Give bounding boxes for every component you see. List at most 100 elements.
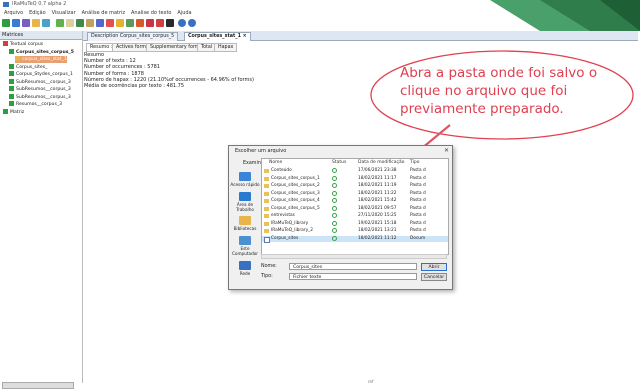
- folder-icon: [264, 184, 269, 188]
- file-type: Pasta d: [410, 213, 426, 218]
- labbe-icon[interactable]: [136, 19, 144, 27]
- file-row[interactable]: Conteúdo 17/06/2021 23:38 Pasta d: [262, 168, 448, 174]
- file-row[interactable]: Corpus_sites_corpus_1 18/02/2021 11:17 Pas…: [262, 175, 448, 182]
- file-row[interactable]: Corpus_sites_corpus_2 18/02/2021 11:19 Pas…: [262, 183, 448, 189]
- file-name: Corpus_sites_corpus_2: [271, 183, 320, 188]
- menu-analise-texto[interactable]: Analise do texto: [131, 9, 171, 18]
- col-name[interactable]: Nome: [269, 160, 282, 165]
- page-marker: ref: [368, 379, 374, 384]
- new-corpus-icon[interactable]: [2, 19, 10, 27]
- file-name: Corpus_sites_corpus_4: [271, 198, 320, 203]
- filename-label: Nome:: [261, 264, 277, 269]
- desktop-icon: [239, 192, 251, 201]
- file-name: IRaMuTeQ_library_2: [271, 228, 313, 233]
- info-icon[interactable]: [178, 19, 186, 27]
- menu-ajuda[interactable]: Ajuda: [177, 9, 191, 18]
- stats-icon[interactable]: [56, 19, 64, 27]
- tree-item-label: SubResumos__corpus_3: [16, 87, 71, 92]
- filename-input[interactable]: Corpus_sites: [289, 263, 417, 270]
- tree-item[interactable]: SubResumos__corpus_3: [9, 93, 71, 101]
- open-button[interactable]: Abrir: [421, 263, 447, 271]
- col-date[interactable]: Data de modificação: [358, 160, 405, 165]
- sync-status-icon: [332, 175, 337, 181]
- menu-visualizar[interactable]: Visualizar: [52, 9, 76, 18]
- s-red-icon[interactable]: [156, 19, 164, 27]
- tree-item[interactable]: Corpus_Stydes_corpus_1: [9, 71, 73, 78]
- file-type: Pasta d: [410, 198, 426, 203]
- menu-arquivo[interactable]: Arquivo: [4, 9, 23, 18]
- file-row[interactable]: Corpus_sites 18/02/2021 11:12 Docum: [262, 235, 448, 243]
- open-matrix-icon[interactable]: [12, 19, 20, 27]
- specificities-icon[interactable]: [126, 19, 134, 27]
- tree-scrollbar[interactable]: [2, 382, 74, 389]
- sync-status-icon: [332, 235, 337, 241]
- save-icon[interactable]: [42, 19, 50, 27]
- place-this-pc-label: Este Computador: [231, 246, 259, 256]
- col-type[interactable]: Tipo: [410, 160, 419, 165]
- sync-status-icon: [332, 228, 337, 233]
- help-icon[interactable]: [188, 19, 196, 27]
- open-text-icon[interactable]: [22, 19, 30, 27]
- place-network-label: Rede: [239, 271, 251, 276]
- tab-hapax[interactable]: Hapax: [214, 43, 238, 52]
- file-row[interactable]: Corpus_sites_corpus_3 18/02/2021 11:22 Pas…: [262, 190, 448, 197]
- classification-icon[interactable]: [86, 19, 94, 27]
- similarity-icon[interactable]: [96, 19, 104, 27]
- sync-status-icon: [332, 213, 337, 218]
- file-date: 18/02/2021 11:12: [358, 235, 397, 241]
- tab-description[interactable]: Description Corpus_sites_corpus_5: [87, 32, 179, 41]
- corpus-icon: [9, 71, 14, 76]
- filetype-select[interactable]: Fichier texte: [289, 273, 417, 280]
- file-type: Docum: [410, 235, 426, 241]
- tree-item-label: SubResumos__corpus_3: [16, 79, 71, 85]
- summary-mean-occurrences: Média de ocorrências por texto : 481.75: [84, 83, 185, 90]
- file-type: Pasta d: [410, 228, 426, 233]
- cancel-button[interactable]: Cancelar: [421, 273, 447, 281]
- close-icon[interactable]: ✕: [444, 147, 449, 154]
- frequency-icon[interactable]: [66, 19, 74, 27]
- file-row[interactable]: IRaMuTeQ_library_2 18/02/2021 13:21 Pasta …: [262, 228, 448, 234]
- import-icon[interactable]: [32, 19, 40, 27]
- tree-item[interactable]: Resumos__corpus_3: [9, 101, 62, 108]
- tree-item-label: Resumos__corpus_3: [16, 102, 63, 107]
- afc-icon[interactable]: [146, 19, 154, 27]
- place-libraries[interactable]: Bibliotecas: [229, 216, 261, 231]
- file-date: 18/02/2021 13:21: [358, 228, 397, 233]
- file-row[interactable]: Corpus_sites_corpus_5 18/02/2021 09:57 Pas…: [262, 205, 448, 212]
- file-type: Pasta d: [410, 220, 426, 226]
- col-status[interactable]: Status: [332, 160, 346, 165]
- horizontal-scrollbar[interactable]: [261, 254, 447, 259]
- tree-item[interactable]: corpus_sites_stat_1: [15, 56, 67, 63]
- file-name: Conteúdo: [271, 168, 292, 173]
- tree-item[interactable]: Corpus_sites_corpus_5: [9, 48, 74, 56]
- prototype-icon[interactable]: [106, 19, 114, 27]
- place-this-pc[interactable]: Este Computador: [229, 236, 261, 256]
- menu-edicao[interactable]: Edição: [29, 9, 46, 18]
- place-quick-access[interactable]: Acesso rápido: [229, 172, 261, 187]
- tree-item[interactable]: Corpus_sites_: [9, 63, 48, 71]
- tree-item[interactable]: SubResumos__corpus_3: [9, 86, 71, 93]
- corpus-icon: [9, 86, 14, 91]
- file-row[interactable]: entrevistas 27/11/2020 15:25 Pasta d: [262, 213, 448, 219]
- folder-icon: [264, 191, 269, 196]
- place-network[interactable]: Rede: [229, 261, 261, 276]
- file-row[interactable]: Corpus_sites_corpus_4 18/02/2021 15:42 Pas…: [262, 198, 448, 204]
- sync-status-icon: [332, 183, 337, 188]
- tab-corpus-stat[interactable]: Corpus_sites_stat_1 ×: [184, 32, 251, 41]
- menu-analise-matriz[interactable]: Análise de matriz: [82, 9, 126, 18]
- folder-icon: [264, 169, 269, 173]
- wordcloud-icon[interactable]: [116, 19, 124, 27]
- tree-item-label: Corpus_sites_: [16, 64, 48, 70]
- file-type: Pasta d: [410, 205, 426, 211]
- tree-item[interactable]: SubResumos__corpus_3: [9, 78, 71, 86]
- place-desktop[interactable]: Área de Trabalho: [229, 192, 261, 212]
- tree-panel-header: Matrices: [0, 31, 82, 40]
- file-list: Nome Status Data de modificação Tipo Con…: [261, 158, 449, 255]
- chi2-icon[interactable]: [76, 19, 84, 27]
- star-icon[interactable]: [166, 19, 174, 27]
- filename-value: Corpus_sites: [293, 265, 323, 270]
- tree-item[interactable]: Matriz: [3, 108, 24, 116]
- file-date: 18/02/2021 11:22: [358, 190, 397, 196]
- file-row[interactable]: IRaMuTeQ_library 19/02/2021 15:18 Pasta d: [262, 220, 448, 227]
- tree-item[interactable]: Textual corpus: [3, 41, 43, 48]
